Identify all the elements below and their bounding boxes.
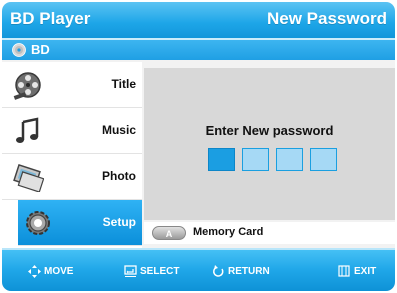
gear-icon [26, 211, 50, 235]
app-title: BD Player [10, 9, 91, 28]
password-digit-3[interactable] [276, 148, 303, 171]
exit-label: EXIT [354, 266, 377, 277]
photo-icon [13, 164, 44, 192]
menu-item-music[interactable]: Music [2, 108, 142, 154]
move-label: MOVE [44, 266, 74, 277]
menu-item-title[interactable]: Title [2, 62, 142, 108]
source-bar: BD [2, 40, 395, 60]
button-guide-bar: MOVE SELECT RETURN EXIT [2, 248, 395, 291]
menu-item-photo[interactable]: Photo [2, 154, 142, 200]
film-reel-icon [13, 72, 41, 100]
music-note-icon [16, 117, 39, 143]
move-arrows-icon [28, 265, 41, 278]
a-button-badge[interactable]: A [152, 226, 186, 240]
page-title: New Password [267, 9, 387, 28]
title-bar: BD Player New Password [2, 2, 395, 40]
disc-icon [12, 43, 26, 57]
password-prompt: Enter New password [205, 123, 334, 138]
main-menu: Title Music Photo Setup [2, 62, 142, 248]
enter-key-icon [124, 265, 137, 277]
password-digit-1[interactable] [208, 148, 235, 171]
select-label: SELECT [140, 266, 180, 277]
hint-bar: A Memory Card [144, 222, 395, 244]
bd-player-window: BD Player New Password BD Title Music Ph… [2, 2, 395, 291]
menu-item-label: Photo [102, 169, 136, 183]
password-panel: Enter New password [144, 68, 395, 220]
return-icon [213, 265, 224, 277]
return-label: RETURN [228, 266, 270, 277]
exit-icon [338, 265, 350, 277]
menu-item-setup[interactable]: Setup [18, 200, 142, 246]
password-digit-2[interactable] [242, 148, 269, 171]
menu-item-label: Title [111, 77, 136, 91]
menu-item-label: Music [101, 123, 136, 137]
memory-card-label: Memory Card [193, 226, 264, 238]
source-label: BD [31, 42, 50, 57]
menu-item-label: Setup [102, 215, 136, 229]
password-digit-4[interactable] [310, 148, 337, 171]
